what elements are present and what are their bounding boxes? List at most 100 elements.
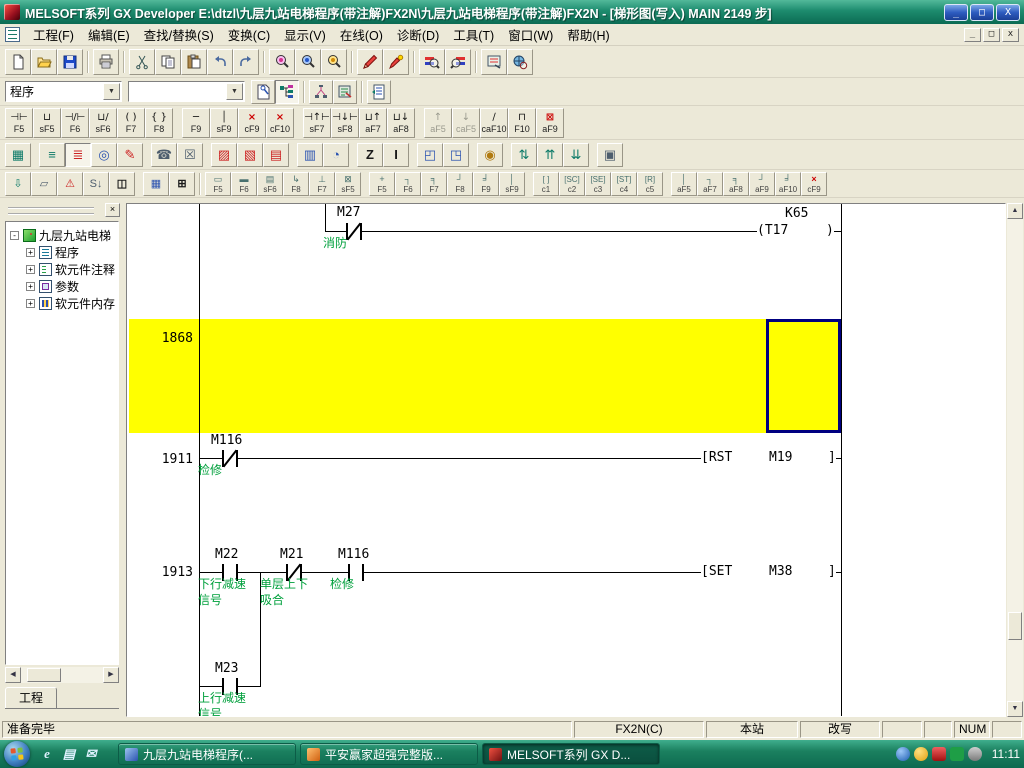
sfc-step-button[interactable]: [R]c5	[637, 172, 663, 196]
ladder-editor[interactable]: M27 消防 K65 (T17 ) 1868 1911 M116 检修 [RST…	[126, 203, 1006, 717]
ladder-document-icon[interactable]	[5, 27, 20, 42]
delete-vertical-line-button[interactable]: ×cF10	[266, 108, 294, 138]
clock-setting-icon[interactable]: ◔	[323, 143, 349, 167]
ladder-symbol-window-icon[interactable]: ▦	[5, 143, 31, 167]
contact-m116[interactable]	[222, 450, 238, 467]
messenger-tray-icon[interactable]	[896, 747, 910, 761]
scroll-right-icon[interactable]: ▶	[103, 667, 119, 683]
instruction-rst[interactable]: [RST	[701, 451, 732, 465]
chevron-down-icon[interactable]: ▼	[226, 83, 243, 100]
close-button[interactable]: X	[996, 4, 1020, 21]
line-delete-button[interactable]: ⊠aF9	[536, 108, 564, 138]
menu-item[interactable]: 显示(V)	[277, 23, 333, 46]
project-data-list-icon[interactable]: ≡	[39, 143, 65, 167]
sfc-symbol-button[interactable]: │sF9	[499, 172, 525, 196]
rising-pulse-button[interactable]: ⊣↑⊢sF7	[303, 108, 331, 138]
sfc-symbol-button[interactable]: ⊠sF5	[335, 172, 361, 196]
tree-item[interactable]: + 软元件注释	[6, 261, 118, 278]
menu-item[interactable]: 窗口(W)	[501, 23, 560, 46]
tree-item[interactable]: + 参数	[6, 278, 118, 295]
closed-contact-button[interactable]: ⊣/⊢F6	[61, 108, 89, 138]
sfc-line-button[interactable]: ┐aF7	[697, 172, 723, 196]
sfc-step-button[interactable]: [ST]c4	[611, 172, 637, 196]
monitor-display-icon[interactable]: ▣	[597, 143, 623, 167]
mail-quicklaunch-icon[interactable]: ✉	[82, 745, 100, 763]
sfc-symbol-button[interactable]: ┐F6	[395, 172, 421, 196]
ie-quicklaunch-icon[interactable]: e	[38, 745, 56, 763]
comm-connect-icon[interactable]: ☎	[151, 143, 177, 167]
redo-icon[interactable]	[233, 49, 259, 75]
project-tree-toggle-icon[interactable]	[275, 80, 299, 104]
error-jump-icon[interactable]: ⚠	[57, 172, 83, 196]
data-stamp-icon[interactable]: ▱	[31, 172, 57, 196]
find-window-icon[interactable]: ◎	[91, 143, 117, 167]
comment-display-icon[interactable]	[251, 80, 275, 104]
melsoft-app-icon[interactable]	[4, 4, 20, 20]
parallel-open-contact-button[interactable]: ⊔sF5	[33, 108, 61, 138]
program-combo[interactable]: 程序 ▼	[5, 81, 122, 102]
horizontal-line-button[interactable]: ─F9	[182, 108, 210, 138]
cross-reference-icon[interactable]	[367, 80, 391, 104]
copy-icon[interactable]	[155, 49, 181, 75]
open-icon[interactable]	[31, 49, 57, 75]
taskbar-clock[interactable]: 11:11	[992, 747, 1020, 761]
print-icon[interactable]	[93, 49, 119, 75]
sfc-symbol-button[interactable]: ╕F7	[421, 172, 447, 196]
sfc-symbol-button[interactable]: ▭F5	[205, 172, 231, 196]
sfc-step-button[interactable]: [ ]c1	[533, 172, 559, 196]
security-tray-icon[interactable]	[932, 747, 946, 761]
falling-pulse-button[interactable]: ⊣↓⊢sF8	[331, 108, 359, 138]
taskbar-window-button[interactable]: 九层九站电梯程序(...	[118, 743, 296, 765]
taskbar-window-button[interactable]: MELSOFT系列 GX D...	[482, 743, 660, 765]
block-list-icon[interactable]: ▦	[143, 172, 169, 196]
remote-stop-icon[interactable]: I	[383, 143, 409, 167]
line-statement-insert-icon[interactable]: ⇈	[537, 143, 563, 167]
tree-item[interactable]: + 软元件内存	[6, 295, 118, 312]
sfc-symbol-button[interactable]: ▤sF6	[257, 172, 283, 196]
sfc-symbol-button[interactable]: ↳F8	[283, 172, 309, 196]
cut-icon[interactable]	[129, 49, 155, 75]
device-batch-icon[interactable]	[383, 49, 409, 75]
volume-tray-icon[interactable]	[968, 747, 982, 761]
device-memory-icon[interactable]: ▥	[297, 143, 323, 167]
edit-search-icon[interactable]: ✎	[117, 143, 143, 167]
monitor-start-icon[interactable]	[419, 49, 445, 75]
sfc-line-button[interactable]: ╛aF10	[775, 172, 801, 196]
transfer-setup-icon[interactable]	[481, 49, 507, 75]
sfc-line-button[interactable]: ×cF9	[801, 172, 827, 196]
tree-horizontal-scrollbar[interactable]: ◀ ▶	[5, 667, 119, 683]
device-test-icon[interactable]	[357, 49, 383, 75]
sfc-symbol-button[interactable]: +F5	[369, 172, 395, 196]
chevron-down-icon[interactable]: ▼	[103, 83, 120, 100]
online-change-icon[interactable]: ◉	[477, 143, 503, 167]
panel-close-icon[interactable]: ×	[105, 203, 120, 217]
qq-tray-icon[interactable]	[914, 747, 928, 761]
delete-horizontal-line-button[interactable]: ×cF9	[238, 108, 266, 138]
window-overlap-icon[interactable]: ◳	[443, 143, 469, 167]
parallel-closed-contact-button[interactable]: ⊔/sF6	[89, 108, 117, 138]
panel-grip[interactable]	[8, 207, 94, 215]
parallel-rising-pulse-button[interactable]: ⊔↑aF7	[359, 108, 387, 138]
coil-button[interactable]: ( )F7	[117, 108, 145, 138]
rising-pulse-op-button[interactable]: ↑aF5	[424, 108, 452, 138]
remote-run-icon[interactable]: Z	[357, 143, 383, 167]
invert-result-button[interactable]: ∕caF10	[480, 108, 508, 138]
tree-expander[interactable]: +	[26, 282, 35, 291]
note-edit-icon[interactable]: ▤	[263, 143, 289, 167]
line-statement-up-icon[interactable]: ⇅	[511, 143, 537, 167]
parallel-falling-pulse-button[interactable]: ⊔↓aF8	[387, 108, 415, 138]
menu-item[interactable]: 帮助(H)	[560, 23, 616, 46]
undo-icon[interactable]	[207, 49, 233, 75]
tree-expander[interactable]: -	[10, 231, 19, 240]
sfc-line-button[interactable]: ╕aF8	[723, 172, 749, 196]
device-comment-edit-icon[interactable]	[309, 80, 333, 104]
menu-item[interactable]: 工程(F)	[26, 23, 81, 46]
line-write-button[interactable]: ⊓F10	[508, 108, 536, 138]
statement-edit-icon[interactable]: ▧	[237, 143, 263, 167]
block-sort-icon[interactable]: ⊞	[169, 172, 195, 196]
window-arrange-icon[interactable]: ◰	[417, 143, 443, 167]
program-transfer-icon[interactable]: ⇩	[5, 172, 31, 196]
scroll-down-icon[interactable]: ▼	[1007, 701, 1023, 717]
new-icon[interactable]	[5, 49, 31, 75]
sfc-step-button[interactable]: [SC]c2	[559, 172, 585, 196]
